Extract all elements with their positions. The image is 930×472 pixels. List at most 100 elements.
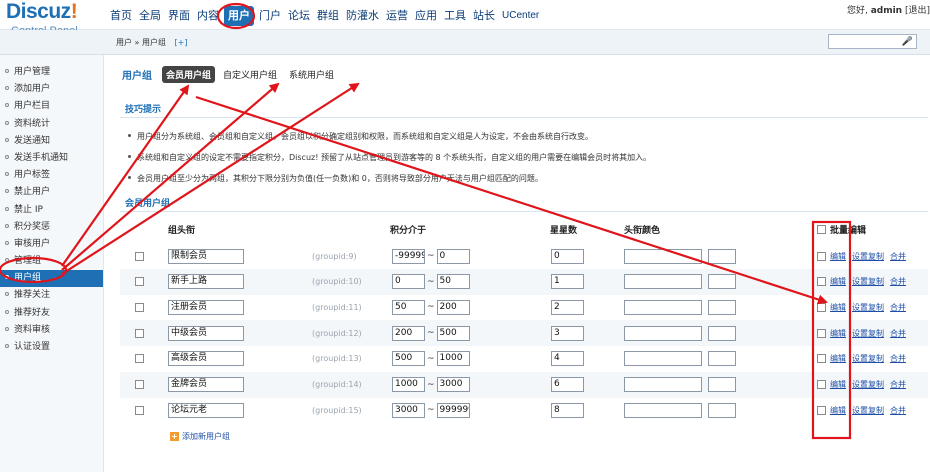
credits-high-input[interactable]: 1000 bbox=[436, 351, 470, 367]
stars-input[interactable]: 0 bbox=[551, 248, 584, 264]
color-picker-button[interactable] bbox=[708, 351, 736, 367]
tab-1[interactable]: 自定义用户组 bbox=[219, 66, 281, 83]
sidebar-item[interactable]: 用户栏目 bbox=[0, 98, 103, 115]
stars-input[interactable]: 8 bbox=[551, 402, 584, 418]
copy-settings-link[interactable]: 设置复制 bbox=[852, 251, 884, 262]
group-name-input[interactable]: 论坛元老 bbox=[168, 402, 244, 418]
edit-link[interactable]: 编辑 bbox=[830, 251, 846, 262]
merge-link[interactable]: 合并 bbox=[890, 251, 906, 262]
color-input[interactable] bbox=[624, 299, 702, 315]
nav-item[interactable]: 用户 bbox=[224, 6, 254, 26]
color-picker-button[interactable] bbox=[708, 377, 736, 392]
sidebar-item[interactable]: 推荐关注 bbox=[0, 287, 103, 304]
batch-edit-checkbox[interactable] bbox=[817, 224, 826, 234]
sidebar-item[interactable]: 添加用户 bbox=[0, 81, 103, 98]
sidebar-item[interactable]: 禁止 IP bbox=[0, 202, 103, 219]
sidebar-item[interactable]: 认证设置 bbox=[0, 339, 103, 356]
stars-input[interactable]: 2 bbox=[551, 299, 584, 315]
nav-item[interactable]: UCenter bbox=[500, 6, 541, 26]
sidebar-item[interactable]: 积分奖惩 bbox=[0, 219, 103, 236]
sidebar-item[interactable]: 资料统计 bbox=[0, 116, 103, 133]
edit-link[interactable]: 编辑 bbox=[830, 353, 846, 364]
credits-high-input[interactable]: 999999 bbox=[436, 402, 470, 418]
row-checkbox[interactable] bbox=[135, 405, 144, 415]
edit-link[interactable]: 编辑 bbox=[830, 276, 846, 287]
color-picker-button[interactable] bbox=[708, 325, 736, 341]
copy-settings-link[interactable]: 设置复制 bbox=[852, 379, 884, 390]
credits-low-input[interactable]: 1000 bbox=[392, 377, 425, 392]
batch-row-checkbox[interactable] bbox=[817, 251, 826, 261]
credits-low-input[interactable]: -99999 bbox=[392, 248, 425, 264]
stars-input[interactable]: 6 bbox=[551, 377, 584, 392]
nav-item[interactable]: 群组 bbox=[315, 6, 341, 26]
add-shortcut-link[interactable]: [+] bbox=[175, 38, 188, 47]
batch-row-checkbox[interactable] bbox=[817, 302, 826, 312]
merge-link[interactable]: 合并 bbox=[890, 276, 906, 287]
stars-input[interactable]: 4 bbox=[551, 351, 584, 367]
sidebar-item[interactable]: 禁止用户 bbox=[0, 184, 103, 201]
group-name-input[interactable]: 高级会员 bbox=[168, 351, 244, 367]
batch-row-checkbox[interactable] bbox=[817, 354, 826, 364]
copy-settings-link[interactable]: 设置复制 bbox=[852, 302, 884, 313]
row-checkbox[interactable] bbox=[135, 302, 144, 312]
credits-low-input[interactable]: 3000 bbox=[392, 402, 425, 418]
row-checkbox[interactable] bbox=[135, 354, 144, 364]
row-checkbox[interactable] bbox=[135, 328, 144, 338]
color-picker-button[interactable] bbox=[708, 402, 736, 418]
sidebar-item[interactable]: 管理组 bbox=[0, 253, 103, 270]
nav-item[interactable]: 站长 bbox=[471, 6, 497, 26]
group-name-input[interactable]: 限制会员 bbox=[168, 248, 244, 264]
credits-low-input[interactable]: 50 bbox=[392, 299, 425, 315]
merge-link[interactable]: 合并 bbox=[890, 379, 906, 390]
nav-item[interactable]: 全局 bbox=[137, 6, 163, 26]
nav-item[interactable]: 首页 bbox=[108, 6, 134, 26]
edit-link[interactable]: 编辑 bbox=[830, 328, 846, 339]
merge-link[interactable]: 合并 bbox=[890, 353, 906, 364]
credits-high-input[interactable]: 200 bbox=[436, 299, 470, 315]
copy-settings-link[interactable]: 设置复制 bbox=[852, 276, 884, 287]
batch-row-checkbox[interactable] bbox=[817, 405, 826, 415]
microphone-icon[interactable]: 🎤 bbox=[902, 37, 913, 47]
sidebar-item[interactable]: 发送通知 bbox=[0, 133, 103, 150]
group-name-input[interactable]: 注册会员 bbox=[168, 299, 244, 315]
add-group-link[interactable]: + 添加新用户组 bbox=[170, 431, 230, 442]
batch-row-checkbox[interactable] bbox=[817, 277, 826, 287]
row-checkbox[interactable] bbox=[135, 380, 144, 389]
color-input[interactable] bbox=[624, 377, 702, 392]
tab-2[interactable]: 系统用户组 bbox=[285, 66, 338, 83]
nav-item[interactable]: 应用 bbox=[413, 6, 439, 26]
color-picker-button[interactable] bbox=[708, 248, 736, 264]
row-checkbox[interactable] bbox=[135, 251, 144, 261]
nav-item[interactable]: 论坛 bbox=[286, 6, 312, 26]
credits-high-input[interactable]: 0 bbox=[436, 248, 470, 264]
nav-item[interactable]: 界面 bbox=[166, 6, 192, 26]
stars-input[interactable]: 3 bbox=[551, 325, 584, 341]
copy-settings-link[interactable]: 设置复制 bbox=[852, 353, 884, 364]
group-name-input[interactable]: 中级会员 bbox=[168, 325, 244, 341]
nav-item[interactable]: 运营 bbox=[384, 6, 410, 26]
nav-item[interactable]: 工具 bbox=[442, 6, 468, 26]
credits-low-input[interactable]: 200 bbox=[392, 325, 425, 341]
edit-link[interactable]: 编辑 bbox=[830, 379, 846, 390]
stars-input[interactable]: 1 bbox=[551, 274, 584, 290]
copy-settings-link[interactable]: 设置复制 bbox=[852, 405, 884, 416]
search-input[interactable]: 🎤 bbox=[828, 34, 917, 49]
color-picker-button[interactable] bbox=[708, 274, 736, 290]
sidebar-item[interactable]: 用户标签 bbox=[0, 167, 103, 184]
color-input[interactable] bbox=[624, 325, 702, 341]
logout-link[interactable]: [退出] bbox=[905, 6, 930, 16]
group-name-input[interactable]: 金牌会员 bbox=[168, 377, 244, 392]
credits-low-input[interactable]: 500 bbox=[392, 351, 425, 367]
nav-item[interactable]: 防灌水 bbox=[344, 6, 381, 26]
color-input[interactable] bbox=[624, 248, 702, 264]
color-input[interactable] bbox=[624, 274, 702, 290]
credits-high-input[interactable]: 500 bbox=[436, 325, 470, 341]
color-picker-button[interactable] bbox=[708, 299, 736, 315]
merge-link[interactable]: 合并 bbox=[890, 405, 906, 416]
select-all-checkbox-header[interactable] bbox=[135, 224, 144, 234]
edit-link[interactable]: 编辑 bbox=[830, 302, 846, 313]
sidebar-item[interactable]: 推荐好友 bbox=[0, 305, 103, 322]
credits-low-input[interactable]: 0 bbox=[392, 274, 425, 290]
sidebar-item[interactable]: 用户组 bbox=[0, 270, 103, 288]
group-name-input[interactable]: 新手上路 bbox=[168, 274, 244, 290]
